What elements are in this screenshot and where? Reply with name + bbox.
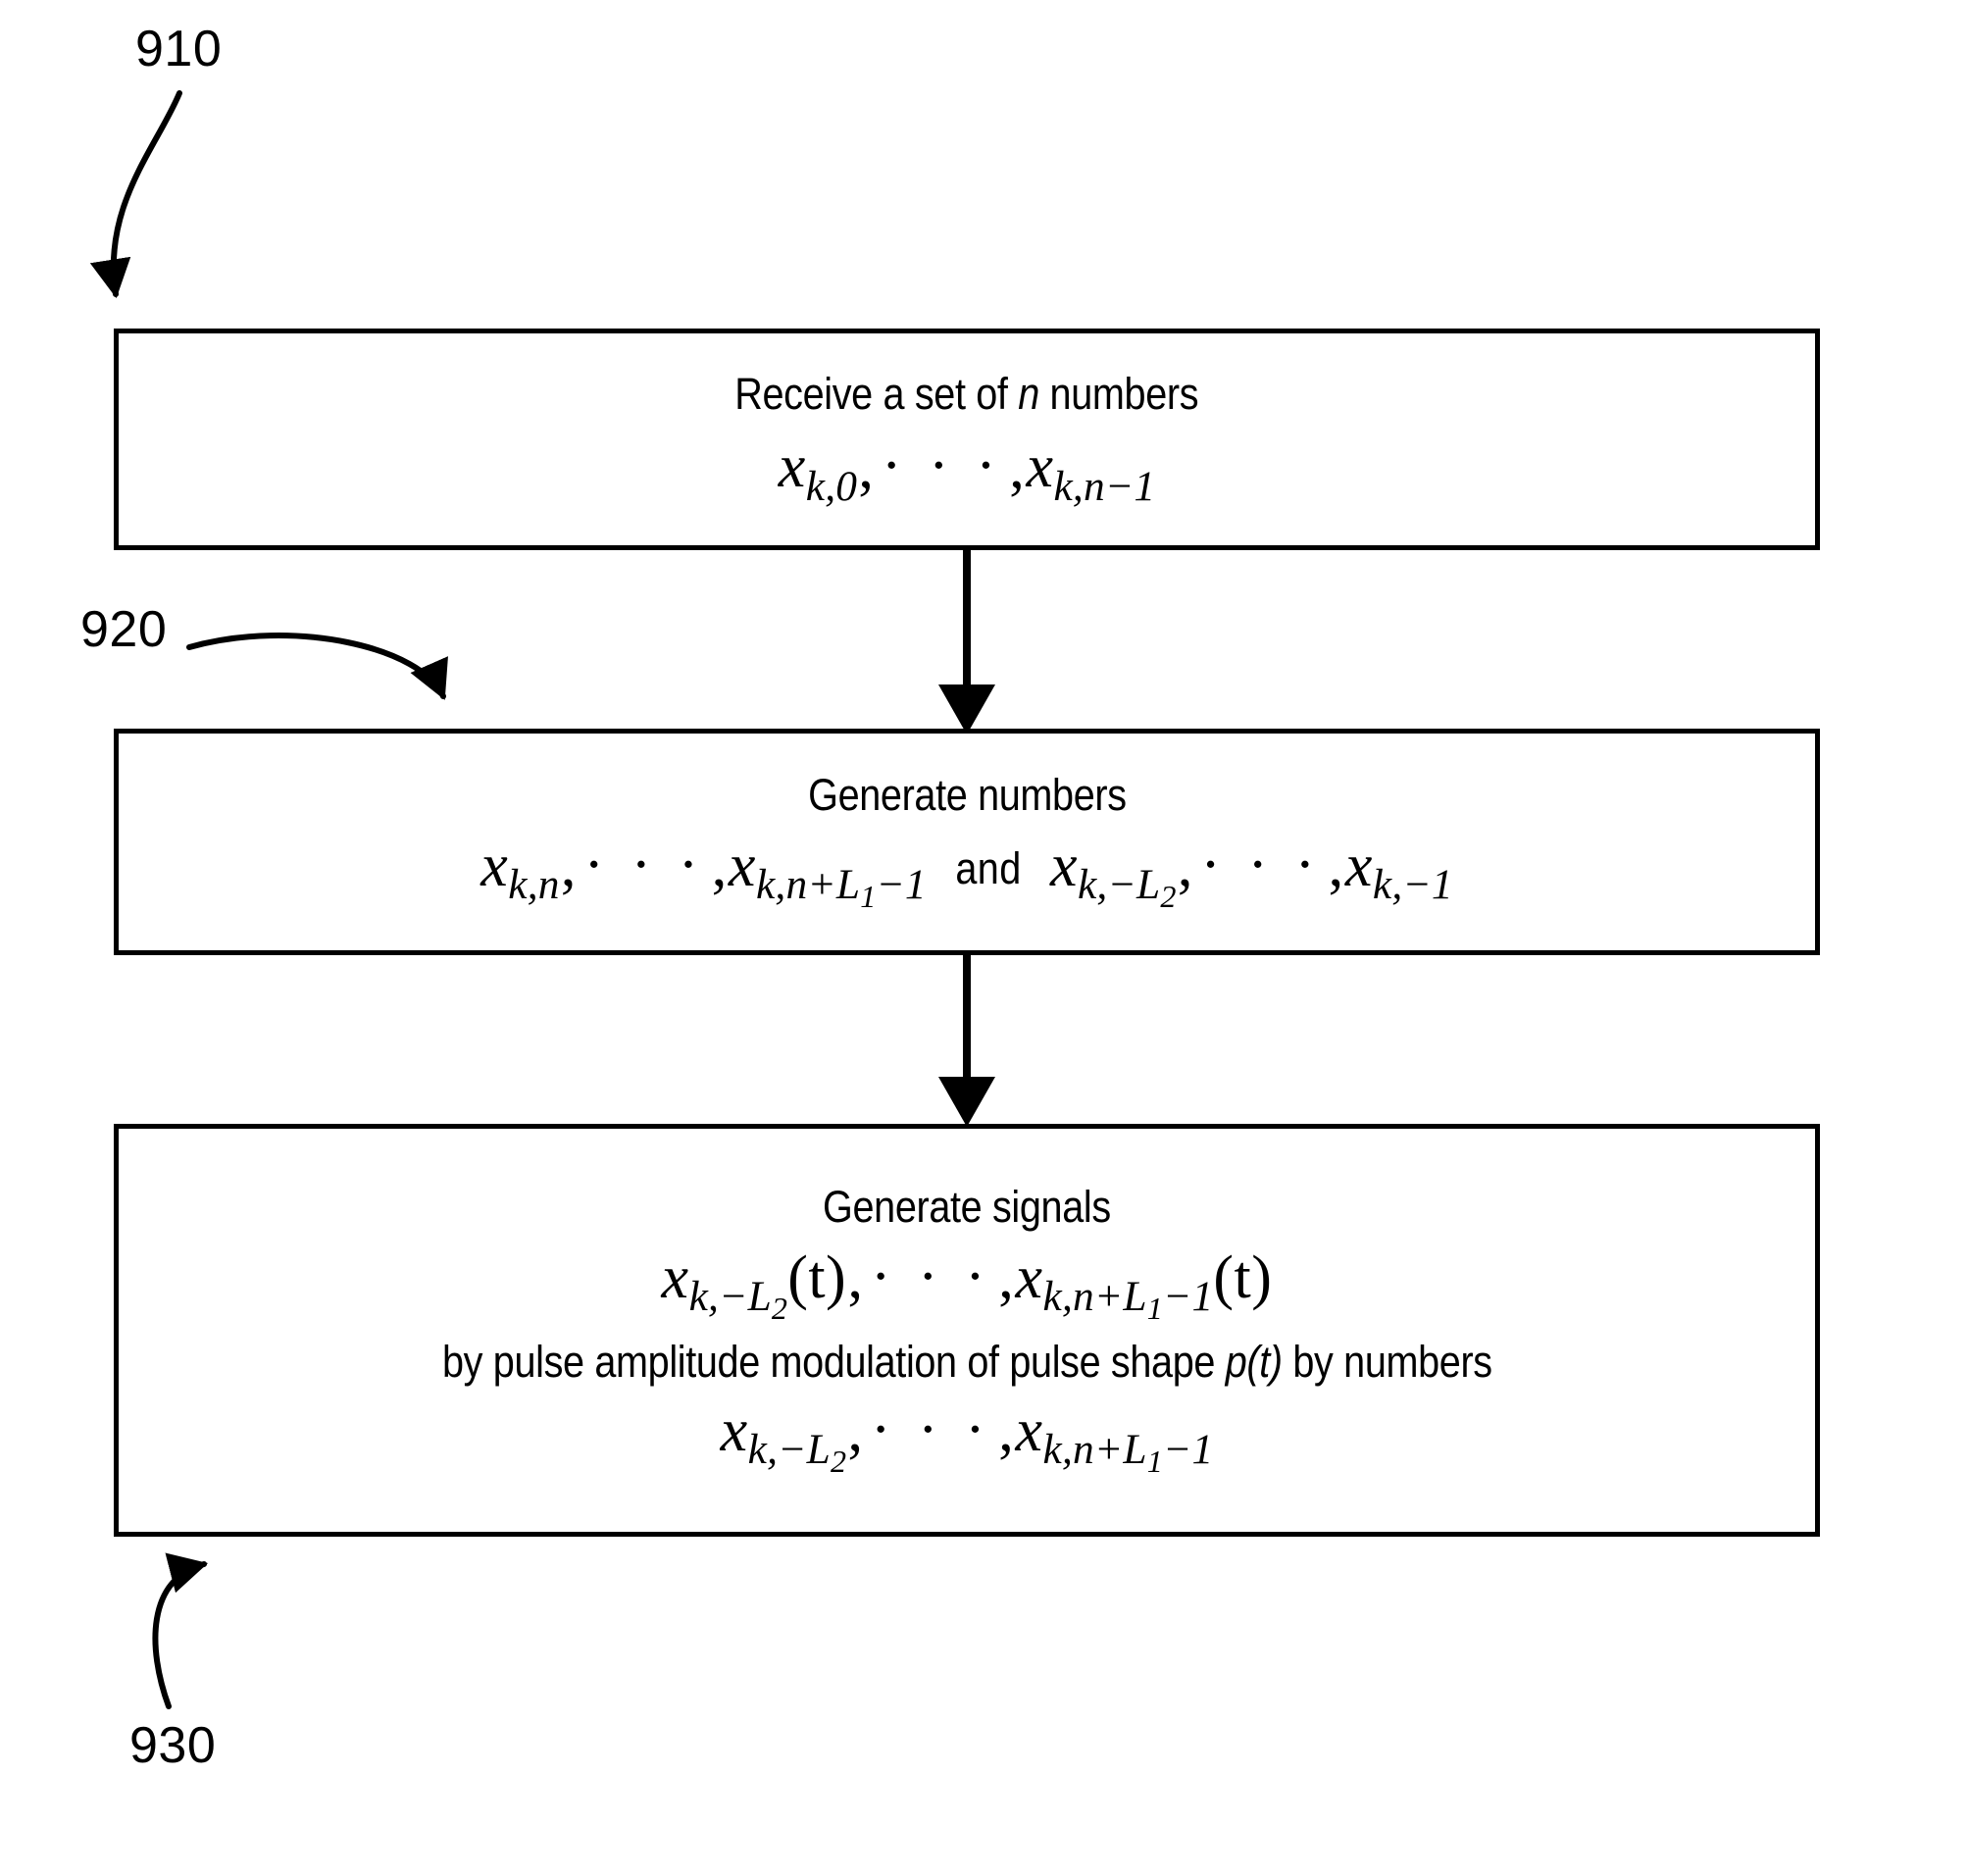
subscript-k-n-plus-L1-minus-1: k,n+L1−1 <box>1042 1426 1214 1480</box>
process-box-receive-numbers: Receive a set of n numbers xk,0, · · · ,xk… <box>114 329 1820 550</box>
subscript-k-minus-1: k,−1 <box>1372 861 1453 909</box>
subscript-k-n-minus-1: k,n−1 <box>1053 462 1156 510</box>
subscript-k-0: k,0 <box>805 462 858 510</box>
step-910-title-variable-n: n <box>1018 368 1040 419</box>
pulse-shape-symbol-p: p <box>1225 1336 1246 1387</box>
process-box-generate-signals: Generate signals xk,−L2(t), · · · ,xk,n+L1… <box>114 1124 1820 1537</box>
process-box-generate-numbers: Generate numbers xk,n, · · · ,xk,n+L1−1 and… <box>114 729 1820 955</box>
subscript-k-minus-L2: k,−L2 <box>688 1273 788 1327</box>
step-930-title: Generate signals <box>823 1181 1111 1232</box>
subscript-k-n-plus-L1-minus-1: k,n+L1−1 <box>755 861 927 915</box>
step-920-formula: xk,n, · · · ,xk,n+L1−1 and xk,−L2, · · · ,xk,−… <box>480 832 1453 915</box>
step-930-numbers-formula: xk,−L2, · · · ,xk,n+L1−1 <box>720 1396 1214 1480</box>
step-930-signal-formula: xk,−L2(t), · · · ,xk,n+L1−1(t) <box>661 1243 1273 1327</box>
step-930-description: by pulse amplitude modulation of pulse s… <box>441 1336 1492 1387</box>
step-910-formula: xk,0, · · · ,xk,n−1 <box>778 432 1156 510</box>
step-920-title: Generate numbers <box>807 769 1127 820</box>
reference-numeral-920: 920 <box>80 601 168 658</box>
step-920-conjunction: and <box>955 842 1022 893</box>
leader-line-930 <box>152 1552 209 1709</box>
subscript-k-minus-L2: k,−L2 <box>747 1426 847 1480</box>
subscript-k-minus-L2: k,−L2 <box>1077 861 1177 915</box>
reference-numeral-930: 930 <box>129 1717 217 1774</box>
time-argument: (t) <box>1213 1244 1273 1312</box>
pulse-shape-argument-t: t <box>1258 1336 1270 1387</box>
subscript-k-n: k,n <box>508 861 560 909</box>
leader-line-910 <box>89 90 182 299</box>
step-910-title: Receive a set of n numbers <box>734 368 1199 419</box>
reference-numeral-910: 910 <box>135 21 223 77</box>
connector-910-920 <box>938 550 995 735</box>
patent-figure: 910 920 930 Receive a set of n numbers x… <box>0 0 1968 1876</box>
leader-line-920 <box>186 633 448 700</box>
subscript-k-n-plus-L1-minus-1: k,n+L1−1 <box>1042 1273 1214 1327</box>
connector-920-930 <box>938 955 995 1127</box>
time-argument: (t) <box>787 1244 847 1312</box>
